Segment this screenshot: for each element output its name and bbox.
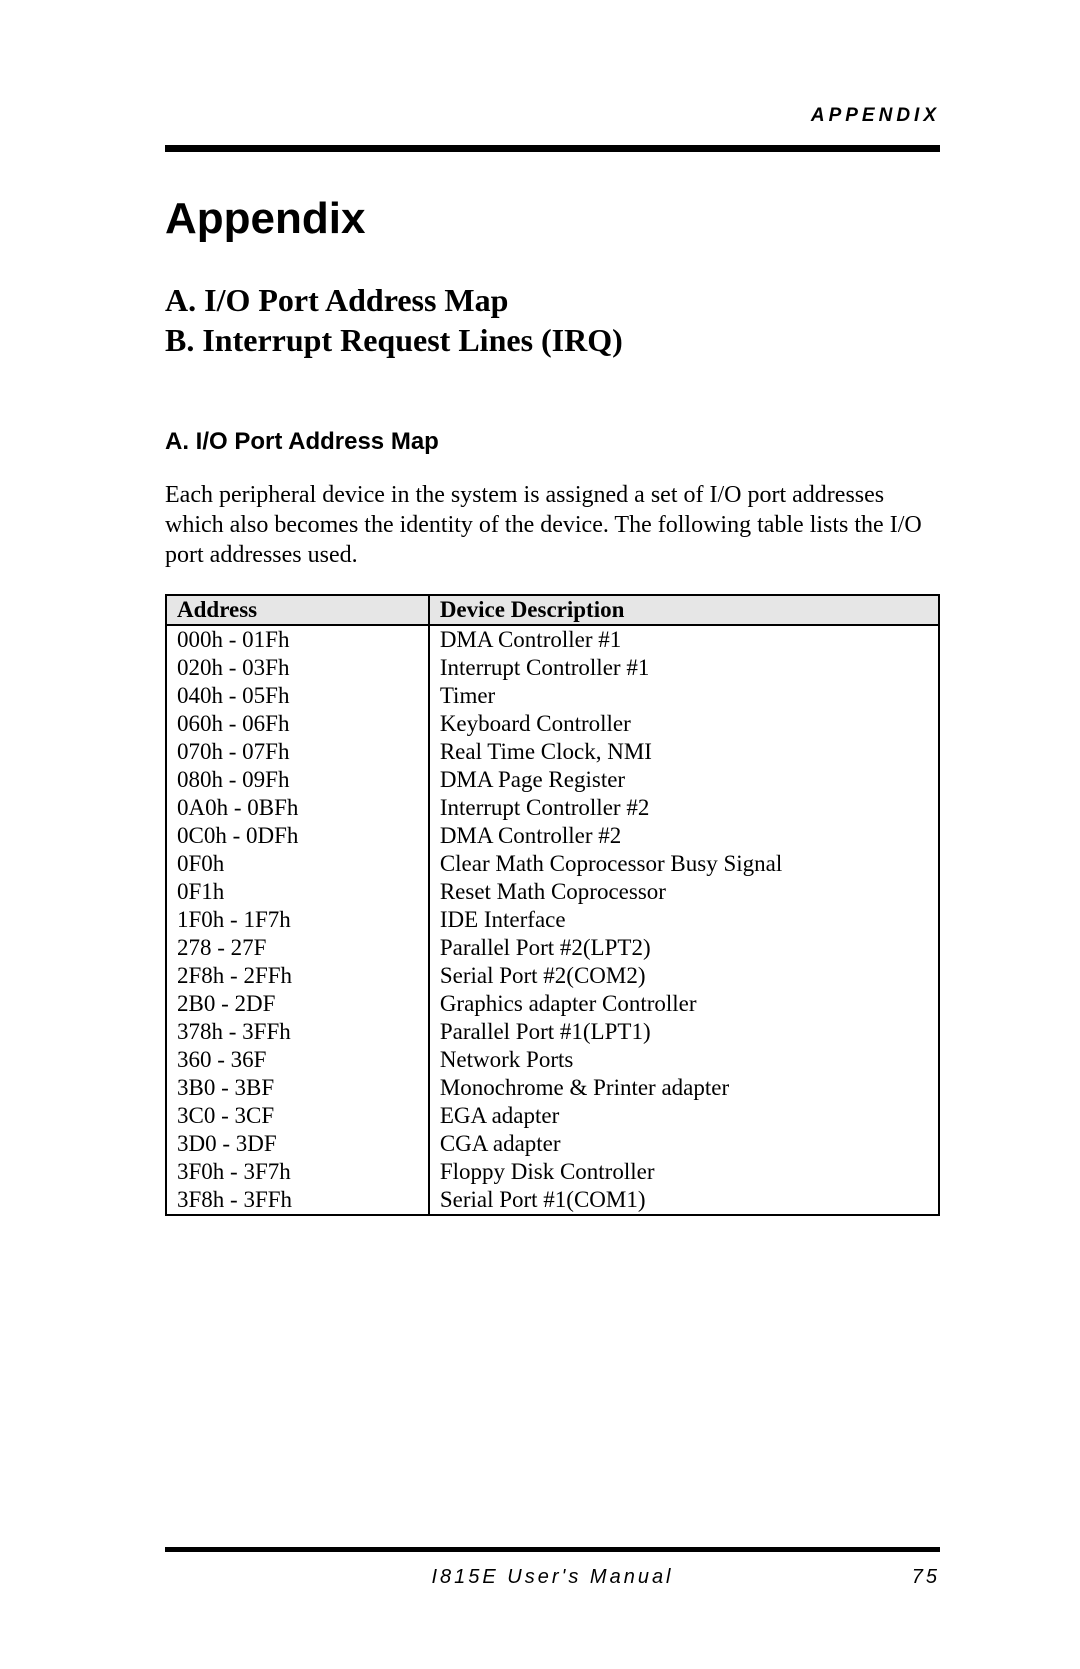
- table-row: 2F8h - 2FFhSerial Port #2(COM2): [166, 962, 939, 990]
- table-row: 3D0 - 3DFCGA adapter: [166, 1130, 939, 1158]
- table-row: 3F8h - 3FFhSerial Port #1(COM1): [166, 1186, 939, 1215]
- cell-description: Serial Port #2(COM2): [429, 962, 939, 990]
- table-row: 0F0hClear Math Coprocessor Busy Signal: [166, 850, 939, 878]
- table-row: 040h - 05FhTimer: [166, 682, 939, 710]
- cell-description: Keyboard Controller: [429, 710, 939, 738]
- cell-description: CGA adapter: [429, 1130, 939, 1158]
- table-row: 3F0h - 3F7hFloppy Disk Controller: [166, 1158, 939, 1186]
- cell-description: DMA Controller #1: [429, 625, 939, 654]
- table-row: 2B0 - 2DFGraphics adapter Controller: [166, 990, 939, 1018]
- cell-address: 080h - 09Fh: [166, 766, 429, 794]
- appendix-contents: A. I/O Port Address Map B. Interrupt Req…: [165, 280, 940, 360]
- cell-address: 2F8h - 2FFh: [166, 962, 429, 990]
- table-row: 3B0 - 3BFMonochrome & Printer adapter: [166, 1074, 939, 1102]
- table-row: 060h - 06FhKeyboard Controller: [166, 710, 939, 738]
- cell-description: Floppy Disk Controller: [429, 1158, 939, 1186]
- table-row: 020h - 03FhInterrupt Controller #1: [166, 654, 939, 682]
- cell-description: Monochrome & Printer adapter: [429, 1074, 939, 1102]
- cell-address: 278 - 27F: [166, 934, 429, 962]
- table-row: 278 - 27FParallel Port #2(LPT2): [166, 934, 939, 962]
- cell-address: 2B0 - 2DF: [166, 990, 429, 1018]
- cell-description: DMA Page Register: [429, 766, 939, 794]
- cell-description: Interrupt Controller #2: [429, 794, 939, 822]
- cell-address: 3F8h - 3FFh: [166, 1186, 429, 1215]
- cell-description: Graphics adapter Controller: [429, 990, 939, 1018]
- bottom-divider: [165, 1547, 940, 1552]
- cell-address: 3D0 - 3DF: [166, 1130, 429, 1158]
- contents-item-b: B. Interrupt Request Lines (IRQ): [165, 320, 940, 360]
- table-row: 070h - 07FhReal Time Clock, NMI: [166, 738, 939, 766]
- cell-description: EGA adapter: [429, 1102, 939, 1130]
- table-row: 000h - 01FhDMA Controller #1: [166, 625, 939, 654]
- cell-address: 0F0h: [166, 850, 429, 878]
- header-label: APPENDIX: [165, 105, 940, 127]
- table-row: 3C0 - 3CFEGA adapter: [166, 1102, 939, 1130]
- section-a-heading: A. I/O Port Address Map: [165, 428, 940, 456]
- section-a-paragraph: Each peripheral device in the system is …: [165, 480, 940, 570]
- table-row: 0A0h - 0BFhInterrupt Controller #2: [166, 794, 939, 822]
- cell-description: Interrupt Controller #1: [429, 654, 939, 682]
- cell-description: IDE Interface: [429, 906, 939, 934]
- table-row: 080h - 09FhDMA Page Register: [166, 766, 939, 794]
- top-divider: [165, 145, 940, 152]
- cell-address: 070h - 07Fh: [166, 738, 429, 766]
- cell-description: Timer: [429, 682, 939, 710]
- cell-description: Reset Math Coprocessor: [429, 878, 939, 906]
- cell-description: Network Ports: [429, 1046, 939, 1074]
- table-header-row: Address Device Description: [166, 595, 939, 625]
- cell-address: 020h - 03Fh: [166, 654, 429, 682]
- cell-address: 040h - 05Fh: [166, 682, 429, 710]
- table-row: 0C0h - 0DFhDMA Controller #2: [166, 822, 939, 850]
- table-row: 360 - 36FNetwork Ports: [166, 1046, 939, 1074]
- cell-address: 000h - 01Fh: [166, 625, 429, 654]
- cell-address: 378h - 3FFh: [166, 1018, 429, 1046]
- cell-address: 3B0 - 3BF: [166, 1074, 429, 1102]
- cell-description: Parallel Port #2(LPT2): [429, 934, 939, 962]
- page-title: Appendix: [165, 194, 940, 244]
- table-row: 378h - 3FFhParallel Port #1(LPT1): [166, 1018, 939, 1046]
- cell-description: Parallel Port #1(LPT1): [429, 1018, 939, 1046]
- col-header-description: Device Description: [429, 595, 939, 625]
- cell-address: 060h - 06Fh: [166, 710, 429, 738]
- table-row: 1F0h - 1F7hIDE Interface: [166, 906, 939, 934]
- cell-description: Serial Port #1(COM1): [429, 1186, 939, 1215]
- cell-address: 0C0h - 0DFh: [166, 822, 429, 850]
- cell-address: 3C0 - 3CF: [166, 1102, 429, 1130]
- footer-manual-title: I815E User's Manual: [225, 1566, 880, 1589]
- col-header-address: Address: [166, 595, 429, 625]
- cell-description: Real Time Clock, NMI: [429, 738, 939, 766]
- cell-description: Clear Math Coprocessor Busy Signal: [429, 850, 939, 878]
- page-footer: I815E User's Manual 75: [165, 1547, 940, 1589]
- contents-item-a: A. I/O Port Address Map: [165, 280, 940, 320]
- footer-page-number: 75: [880, 1566, 940, 1589]
- cell-address: 3F0h - 3F7h: [166, 1158, 429, 1186]
- io-port-table: Address Device Description 000h - 01FhDM…: [165, 594, 940, 1216]
- cell-address: 0A0h - 0BFh: [166, 794, 429, 822]
- table-row: 0F1hReset Math Coprocessor: [166, 878, 939, 906]
- cell-description: DMA Controller #2: [429, 822, 939, 850]
- cell-address: 1F0h - 1F7h: [166, 906, 429, 934]
- cell-address: 360 - 36F: [166, 1046, 429, 1074]
- cell-address: 0F1h: [166, 878, 429, 906]
